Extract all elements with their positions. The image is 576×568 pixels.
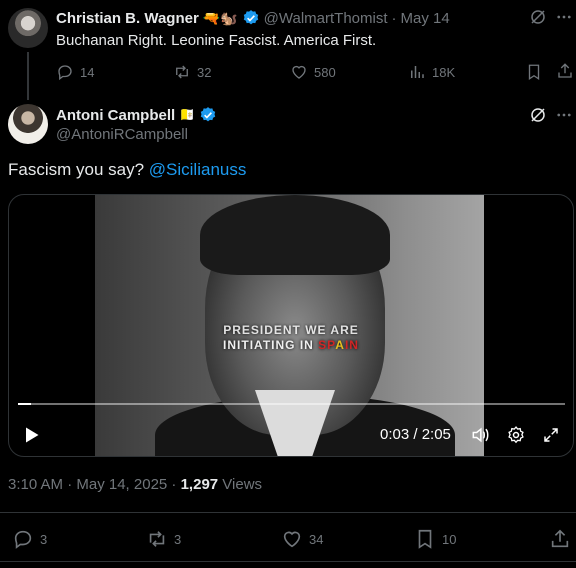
like-count: 34 <box>309 531 324 547</box>
parent-avatar[interactable] <box>8 8 48 48</box>
parent-date[interactable]: May 14 <box>401 10 450 27</box>
parent-retweet-button[interactable]: 32 <box>173 63 211 81</box>
caption-line-2-a: INITIATING IN <box>223 338 319 352</box>
parent-handle[interactable]: @WalmartThomist <box>264 10 388 27</box>
play-button[interactable] <box>21 425 41 445</box>
main-tweet-text: Fascism you say? @Sicilianuss <box>8 160 246 180</box>
reply-icon <box>58 65 72 81</box>
caption-line-2: INITIATING IN SPAIN <box>9 338 573 353</box>
reply-button[interactable]: 3 <box>12 528 47 550</box>
parent-bookmark-icon[interactable] <box>525 63 543 81</box>
video-progress-bar[interactable] <box>18 403 565 405</box>
fullscreen-icon <box>544 428 558 442</box>
tweet-timestamp[interactable]: 3:10 AM · May 14, 2025 · <box>8 476 181 493</box>
main-tweet-header: Antoni Campbell 🇻🇦 <box>56 106 217 124</box>
tweet-meta: 3:10 AM · May 14, 2025 · 1,297 Views <box>8 476 262 493</box>
gear-icon <box>508 426 524 444</box>
tweet-text-prefix: Fascism you say? <box>8 160 145 179</box>
main-name-emoji: 🇻🇦 <box>179 107 196 122</box>
retweet-icon <box>176 65 188 79</box>
heart-icon <box>292 65 306 79</box>
thread-line <box>27 52 29 100</box>
retweet-count: 3 <box>174 531 182 547</box>
parent-display-name[interactable]: Christian B. Wagner <box>56 10 199 27</box>
tweet-view-count: 1,297 <box>180 476 219 493</box>
retweet-button[interactable]: 3 <box>146 528 181 550</box>
main-handle[interactable]: @AntoniRCampbell <box>56 126 188 143</box>
main-avatar[interactable] <box>8 104 48 144</box>
grok-icon[interactable] <box>529 8 547 26</box>
video-caption: PRESIDENT WE ARE INITIATING IN SPAIN <box>9 323 573 353</box>
video-player[interactable]: PRESIDENT WE ARE INITIATING IN SPAIN 0:0… <box>8 194 574 457</box>
main-display-name[interactable]: Antoni Campbell <box>56 107 175 124</box>
reply-count: 3 <box>40 531 48 547</box>
parent-separator: · <box>391 9 397 27</box>
parent-share-icon[interactable] <box>556 62 574 80</box>
caption-line-2-c: A <box>335 338 345 352</box>
bookmark-icon <box>418 529 432 549</box>
share-button[interactable] <box>549 528 571 550</box>
parent-name-emoji: 🔫🐿️ <box>202 9 238 26</box>
fullscreen-button[interactable] <box>542 426 560 444</box>
video-figure-hair <box>200 195 390 275</box>
like-button[interactable]: 34 <box>281 528 323 550</box>
parent-like-button[interactable]: 580 <box>290 63 336 81</box>
parent-tweet-header: Christian B. Wagner 🔫🐿️ @WalmartThomist … <box>56 9 450 27</box>
main-more-options-icon[interactable] <box>555 106 573 124</box>
bookmark-button[interactable]: 10 <box>414 528 456 550</box>
video-time: 0:03 / 2:05 <box>380 426 451 443</box>
parent-retweet-count: 32 <box>197 64 212 80</box>
caption-line-2-b: SP <box>318 338 336 352</box>
more-options-icon[interactable] <box>555 8 573 26</box>
play-icon <box>26 427 39 443</box>
bookmark-count: 10 <box>442 531 457 547</box>
caption-line-1: PRESIDENT WE ARE <box>223 323 359 337</box>
parent-views-button[interactable]: 18K <box>408 63 455 81</box>
parent-reply-button[interactable]: 14 <box>56 63 94 81</box>
analytics-icon <box>411 66 424 78</box>
parent-tweet-text: Buchanan Right. Leonine Fascist. America… <box>56 32 377 49</box>
volume-button[interactable] <box>470 425 490 445</box>
tweet-views-label: Views <box>218 476 263 493</box>
divider-top <box>0 512 576 513</box>
reply-icon <box>14 530 32 549</box>
settings-button[interactable] <box>506 425 526 445</box>
parent-reply-count: 14 <box>80 64 95 80</box>
parent-view-count: 18K <box>432 64 456 80</box>
video-progress-fill <box>18 403 32 405</box>
retweet-icon <box>149 531 165 547</box>
verified-badge-icon <box>243 10 258 25</box>
verified-badge-icon <box>201 107 216 122</box>
mention-link[interactable]: @Sicilianuss <box>149 160 247 179</box>
main-grok-icon[interactable] <box>529 106 547 124</box>
share-icon <box>551 529 569 548</box>
divider-bottom <box>0 561 576 562</box>
parent-like-count: 580 <box>314 64 336 80</box>
volume-icon <box>472 427 489 443</box>
caption-line-2-d: IN <box>344 338 359 352</box>
heart-icon <box>283 531 301 548</box>
